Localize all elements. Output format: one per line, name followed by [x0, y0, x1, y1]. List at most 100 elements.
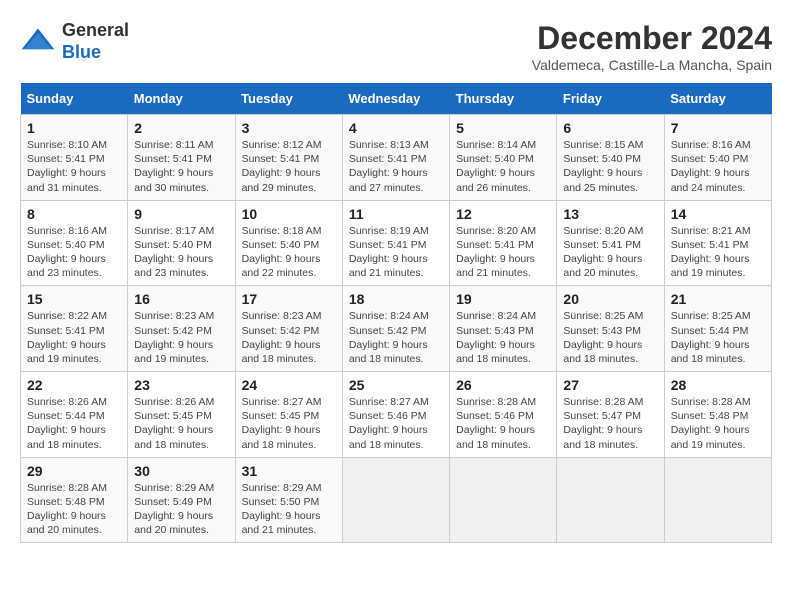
calendar-cell: 30 Sunrise: 8:29 AM Sunset: 5:49 PM Dayl…	[128, 457, 235, 543]
location-subtitle: Valdemeca, Castille-La Mancha, Spain	[532, 57, 772, 73]
calendar-cell: 4 Sunrise: 8:13 AM Sunset: 5:41 PM Dayli…	[342, 115, 449, 201]
cell-info: Sunrise: 8:23 AM Sunset: 5:42 PM Dayligh…	[242, 309, 336, 366]
day-number: 1	[27, 120, 121, 136]
title-section: December 2024 Valdemeca, Castille-La Man…	[532, 20, 772, 73]
calendar-cell: 14 Sunrise: 8:21 AM Sunset: 5:41 PM Dayl…	[664, 200, 771, 286]
calendar-cell: 7 Sunrise: 8:16 AM Sunset: 5:40 PM Dayli…	[664, 115, 771, 201]
calendar-cell: 13 Sunrise: 8:20 AM Sunset: 5:41 PM Dayl…	[557, 200, 664, 286]
calendar-cell: 11 Sunrise: 8:19 AM Sunset: 5:41 PM Dayl…	[342, 200, 449, 286]
calendar-cell: 25 Sunrise: 8:27 AM Sunset: 5:46 PM Dayl…	[342, 372, 449, 458]
cell-info: Sunrise: 8:16 AM Sunset: 5:40 PM Dayligh…	[671, 138, 765, 195]
week-row-2: 8 Sunrise: 8:16 AM Sunset: 5:40 PM Dayli…	[21, 200, 772, 286]
calendar-cell: 15 Sunrise: 8:22 AM Sunset: 5:41 PM Dayl…	[21, 286, 128, 372]
week-row-4: 22 Sunrise: 8:26 AM Sunset: 5:44 PM Dayl…	[21, 372, 772, 458]
day-number: 22	[27, 377, 121, 393]
day-number: 23	[134, 377, 228, 393]
day-number: 25	[349, 377, 443, 393]
cell-info: Sunrise: 8:29 AM Sunset: 5:49 PM Dayligh…	[134, 481, 228, 538]
calendar-cell: 28 Sunrise: 8:28 AM Sunset: 5:48 PM Dayl…	[664, 372, 771, 458]
day-number: 16	[134, 291, 228, 307]
calendar-cell: 29 Sunrise: 8:28 AM Sunset: 5:48 PM Dayl…	[21, 457, 128, 543]
calendar-cell: 2 Sunrise: 8:11 AM Sunset: 5:41 PM Dayli…	[128, 115, 235, 201]
header-day-friday: Friday	[557, 83, 664, 115]
cell-info: Sunrise: 8:29 AM Sunset: 5:50 PM Dayligh…	[242, 481, 336, 538]
cell-info: Sunrise: 8:24 AM Sunset: 5:43 PM Dayligh…	[456, 309, 550, 366]
day-number: 5	[456, 120, 550, 136]
day-number: 3	[242, 120, 336, 136]
logo: General Blue	[20, 20, 129, 63]
day-number: 12	[456, 206, 550, 222]
header-day-sunday: Sunday	[21, 83, 128, 115]
header-day-saturday: Saturday	[664, 83, 771, 115]
day-number: 26	[456, 377, 550, 393]
calendar-cell: 6 Sunrise: 8:15 AM Sunset: 5:40 PM Dayli…	[557, 115, 664, 201]
day-number: 20	[563, 291, 657, 307]
cell-info: Sunrise: 8:28 AM Sunset: 5:48 PM Dayligh…	[27, 481, 121, 538]
calendar-cell: 9 Sunrise: 8:17 AM Sunset: 5:40 PM Dayli…	[128, 200, 235, 286]
cell-info: Sunrise: 8:24 AM Sunset: 5:42 PM Dayligh…	[349, 309, 443, 366]
cell-info: Sunrise: 8:15 AM Sunset: 5:40 PM Dayligh…	[563, 138, 657, 195]
calendar-cell: 27 Sunrise: 8:28 AM Sunset: 5:47 PM Dayl…	[557, 372, 664, 458]
calendar-cell: 24 Sunrise: 8:27 AM Sunset: 5:45 PM Dayl…	[235, 372, 342, 458]
calendar-cell: 16 Sunrise: 8:23 AM Sunset: 5:42 PM Dayl…	[128, 286, 235, 372]
cell-info: Sunrise: 8:25 AM Sunset: 5:44 PM Dayligh…	[671, 309, 765, 366]
cell-info: Sunrise: 8:16 AM Sunset: 5:40 PM Dayligh…	[27, 224, 121, 281]
cell-info: Sunrise: 8:26 AM Sunset: 5:45 PM Dayligh…	[134, 395, 228, 452]
page-header: General Blue December 2024 Valdemeca, Ca…	[20, 20, 772, 73]
cell-info: Sunrise: 8:28 AM Sunset: 5:46 PM Dayligh…	[456, 395, 550, 452]
calendar-cell: 22 Sunrise: 8:26 AM Sunset: 5:44 PM Dayl…	[21, 372, 128, 458]
day-number: 7	[671, 120, 765, 136]
cell-info: Sunrise: 8:28 AM Sunset: 5:48 PM Dayligh…	[671, 395, 765, 452]
cell-info: Sunrise: 8:13 AM Sunset: 5:41 PM Dayligh…	[349, 138, 443, 195]
calendar-header-row: SundayMondayTuesdayWednesdayThursdayFrid…	[21, 83, 772, 115]
day-number: 18	[349, 291, 443, 307]
calendar-table: SundayMondayTuesdayWednesdayThursdayFrid…	[20, 83, 772, 543]
logo-text: General Blue	[62, 20, 129, 63]
month-year-title: December 2024	[532, 20, 772, 57]
day-number: 19	[456, 291, 550, 307]
cell-info: Sunrise: 8:10 AM Sunset: 5:41 PM Dayligh…	[27, 138, 121, 195]
cell-info: Sunrise: 8:26 AM Sunset: 5:44 PM Dayligh…	[27, 395, 121, 452]
calendar-cell: 3 Sunrise: 8:12 AM Sunset: 5:41 PM Dayli…	[235, 115, 342, 201]
cell-info: Sunrise: 8:21 AM Sunset: 5:41 PM Dayligh…	[671, 224, 765, 281]
cell-info: Sunrise: 8:12 AM Sunset: 5:41 PM Dayligh…	[242, 138, 336, 195]
cell-info: Sunrise: 8:20 AM Sunset: 5:41 PM Dayligh…	[563, 224, 657, 281]
cell-info: Sunrise: 8:20 AM Sunset: 5:41 PM Dayligh…	[456, 224, 550, 281]
calendar-cell: 1 Sunrise: 8:10 AM Sunset: 5:41 PM Dayli…	[21, 115, 128, 201]
day-number: 13	[563, 206, 657, 222]
week-row-3: 15 Sunrise: 8:22 AM Sunset: 5:41 PM Dayl…	[21, 286, 772, 372]
calendar-cell	[450, 457, 557, 543]
calendar-cell: 10 Sunrise: 8:18 AM Sunset: 5:40 PM Dayl…	[235, 200, 342, 286]
cell-info: Sunrise: 8:19 AM Sunset: 5:41 PM Dayligh…	[349, 224, 443, 281]
day-number: 29	[27, 463, 121, 479]
day-number: 17	[242, 291, 336, 307]
calendar-cell: 31 Sunrise: 8:29 AM Sunset: 5:50 PM Dayl…	[235, 457, 342, 543]
day-number: 9	[134, 206, 228, 222]
cell-info: Sunrise: 8:27 AM Sunset: 5:46 PM Dayligh…	[349, 395, 443, 452]
day-number: 2	[134, 120, 228, 136]
cell-info: Sunrise: 8:23 AM Sunset: 5:42 PM Dayligh…	[134, 309, 228, 366]
calendar-cell	[557, 457, 664, 543]
calendar-cell: 12 Sunrise: 8:20 AM Sunset: 5:41 PM Dayl…	[450, 200, 557, 286]
calendar-cell: 18 Sunrise: 8:24 AM Sunset: 5:42 PM Dayl…	[342, 286, 449, 372]
cell-info: Sunrise: 8:11 AM Sunset: 5:41 PM Dayligh…	[134, 138, 228, 195]
day-number: 24	[242, 377, 336, 393]
day-number: 14	[671, 206, 765, 222]
day-number: 31	[242, 463, 336, 479]
cell-info: Sunrise: 8:28 AM Sunset: 5:47 PM Dayligh…	[563, 395, 657, 452]
calendar-cell: 20 Sunrise: 8:25 AM Sunset: 5:43 PM Dayl…	[557, 286, 664, 372]
calendar-cell: 19 Sunrise: 8:24 AM Sunset: 5:43 PM Dayl…	[450, 286, 557, 372]
day-number: 21	[671, 291, 765, 307]
cell-info: Sunrise: 8:18 AM Sunset: 5:40 PM Dayligh…	[242, 224, 336, 281]
week-row-1: 1 Sunrise: 8:10 AM Sunset: 5:41 PM Dayli…	[21, 115, 772, 201]
day-number: 11	[349, 206, 443, 222]
calendar-cell: 17 Sunrise: 8:23 AM Sunset: 5:42 PM Dayl…	[235, 286, 342, 372]
cell-info: Sunrise: 8:27 AM Sunset: 5:45 PM Dayligh…	[242, 395, 336, 452]
day-number: 28	[671, 377, 765, 393]
day-number: 6	[563, 120, 657, 136]
day-number: 10	[242, 206, 336, 222]
day-number: 15	[27, 291, 121, 307]
day-number: 8	[27, 206, 121, 222]
calendar-cell: 26 Sunrise: 8:28 AM Sunset: 5:46 PM Dayl…	[450, 372, 557, 458]
calendar-cell	[342, 457, 449, 543]
